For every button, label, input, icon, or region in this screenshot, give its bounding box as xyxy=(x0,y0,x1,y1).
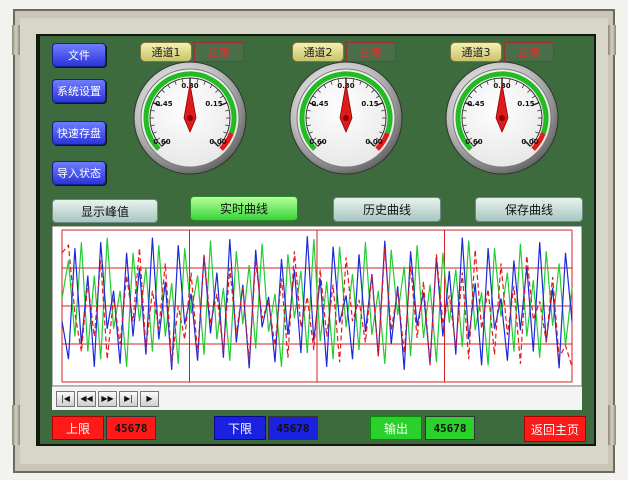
gauge-2: 0.300.450.150.600.00 xyxy=(289,61,403,175)
gauge-tick-label: 0.45 xyxy=(155,100,172,108)
return-home-button[interactable]: 返回主页 xyxy=(524,416,586,442)
realtime-chart xyxy=(52,226,582,386)
output-button[interactable]: 输出 xyxy=(370,416,422,440)
gauge-tick-label: 0.45 xyxy=(311,100,328,108)
playback-bar: |◀ ◀◀ ▶▶ ▶| ▶ xyxy=(52,386,582,410)
lower-limit-button[interactable]: 下限 xyxy=(214,416,266,440)
upper-limit-button[interactable]: 上限 xyxy=(52,416,104,440)
first-icon[interactable]: |◀ xyxy=(56,390,75,407)
gauge-tick-label: 0.15 xyxy=(517,100,534,108)
gauge-tick-label: 0.15 xyxy=(205,100,222,108)
gauge-hub xyxy=(343,115,349,121)
tab-realtime-curve[interactable]: 实时曲线 xyxy=(190,196,298,221)
gauge-3: 0.300.450.150.600.00 xyxy=(445,61,559,175)
play-icon[interactable]: ▶ xyxy=(140,390,159,407)
gauge-1: 0.300.450.150.600.00 xyxy=(133,61,247,175)
lower-limit-value[interactable]: 45678 xyxy=(268,416,318,440)
gauge-tick-label: 0.60 xyxy=(153,138,170,146)
rewind-icon[interactable]: ◀◀ xyxy=(77,390,96,407)
tab-history-curve[interactable]: 历史曲线 xyxy=(333,197,441,222)
gauge-tick-label: 0.15 xyxy=(361,100,378,108)
gauge-tick-label: 0.00 xyxy=(209,138,226,146)
gauge-tick-label: 0.45 xyxy=(467,100,484,108)
output-value[interactable]: 45678 xyxy=(425,416,475,440)
gauge-tick-label: 0.00 xyxy=(521,138,538,146)
fast-forward-icon[interactable]: ▶▶ xyxy=(98,390,117,407)
upper-limit-value[interactable]: 45678 xyxy=(106,416,156,440)
gauge-hub xyxy=(187,115,193,121)
gauge-tick-label: 0.00 xyxy=(365,138,382,146)
gauge-hub xyxy=(499,115,505,121)
tab-show-peak[interactable]: 显示峰值 xyxy=(52,199,158,223)
tab-save-curve[interactable]: 保存曲线 xyxy=(475,197,583,222)
last-icon[interactable]: ▶| xyxy=(119,390,138,407)
gauge-tick-label: 0.60 xyxy=(465,138,482,146)
gauge-tick-label: 0.60 xyxy=(309,138,326,146)
